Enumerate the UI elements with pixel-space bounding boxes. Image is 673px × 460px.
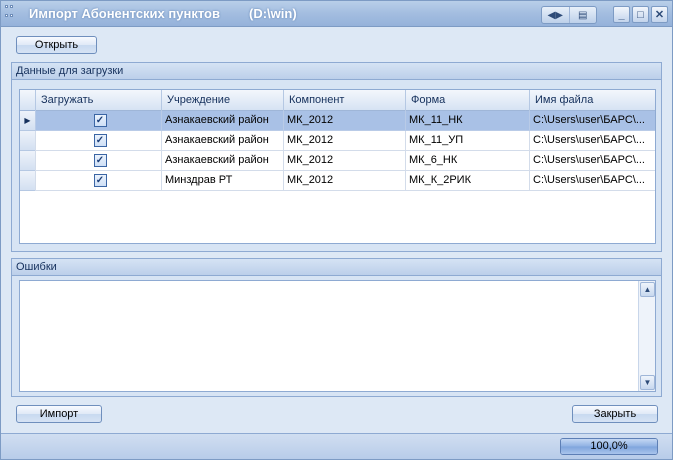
form-cell[interactable]: МК_11_УП [405, 131, 529, 151]
layout-arrows-icon[interactable]: ◀▶ [542, 7, 569, 23]
window-title: Импорт Абонентских пунктов [29, 6, 220, 21]
header-selector-cell [20, 90, 35, 111]
load-cell[interactable]: ✓ [35, 111, 161, 131]
maximize-button[interactable]: □ [632, 6, 649, 23]
load-cell[interactable]: ✓ [35, 131, 161, 151]
load-checkbox[interactable]: ✓ [93, 154, 107, 167]
import-dialog-window: Импорт Абонентских пунктов (D:\win) ◀▶ ▤… [0, 0, 673, 460]
data-panel-header: Данные для загрузки [11, 62, 662, 80]
component-cell[interactable]: МК_2012 [283, 111, 405, 131]
grid-header: Загружать Учреждение Компонент Форма Имя… [20, 90, 655, 111]
import-button[interactable]: Импорт [16, 405, 102, 423]
institution-cell[interactable]: Азнакаевский район [161, 151, 283, 171]
progress-text: 100,0% [590, 440, 628, 452]
close-window-button[interactable]: ✕ [651, 6, 668, 23]
row-selector [20, 131, 35, 151]
component-cell[interactable]: МК_2012 [283, 151, 405, 171]
load-checkbox[interactable]: ✓ [93, 114, 107, 127]
close-button[interactable]: Закрыть [572, 405, 658, 423]
progress-bar: 100,0% [560, 438, 658, 455]
scroll-up-icon[interactable]: ▲ [640, 282, 655, 297]
institution-cell[interactable]: Азнакаевский район [161, 111, 283, 131]
window-controls: _ □ ✕ [613, 6, 668, 23]
filename-cell[interactable]: C:\Users\user\БАРС\... [529, 111, 655, 131]
load-cell[interactable]: ✓ [35, 151, 161, 171]
minimize-button[interactable]: _ [613, 6, 630, 23]
table-row[interactable]: ▶ ✓ Азнакаевский район МК_2012 МК_11_НК … [20, 111, 655, 131]
load-checkbox[interactable]: ✓ [93, 174, 107, 187]
row-indicator-icon: ▶ [20, 111, 35, 131]
table-row[interactable]: ✓ Азнакаевский район МК_2012 МК_11_УП C:… [20, 131, 655, 151]
component-cell[interactable]: МК_2012 [283, 171, 405, 191]
row-selector [20, 171, 35, 191]
column-header-institution[interactable]: Учреждение [161, 90, 283, 111]
row-selector [20, 151, 35, 171]
scroll-down-icon[interactable]: ▼ [640, 375, 655, 390]
filename-cell[interactable]: C:\Users\user\БАРС\... [529, 171, 655, 191]
table-row[interactable]: ✓ Минздрав РТ МК_2012 МК_К_2РИК C:\Users… [20, 171, 655, 191]
data-grid: Загружать Учреждение Компонент Форма Имя… [19, 89, 656, 244]
open-button[interactable]: Открыть [16, 36, 97, 54]
column-header-component[interactable]: Компонент [283, 90, 405, 111]
institution-cell[interactable]: Азнакаевский район [161, 131, 283, 151]
filename-cell[interactable]: C:\Users\user\БАРС\... [529, 151, 655, 171]
errors-panel-header: Ошибки [11, 258, 662, 276]
column-header-filename[interactable]: Имя файла [529, 90, 655, 111]
errors-textarea[interactable]: ▲ ▼ [19, 280, 656, 392]
load-cell[interactable]: ✓ [35, 171, 161, 191]
column-header-form[interactable]: Форма [405, 90, 529, 111]
title-bar[interactable]: Импорт Абонентских пунктов (D:\win) ◀▶ ▤… [1, 1, 672, 27]
component-cell[interactable]: МК_2012 [283, 131, 405, 151]
load-checkbox[interactable]: ✓ [93, 134, 107, 147]
institution-cell[interactable]: Минздрав РТ [161, 171, 283, 191]
form-cell[interactable]: МК_К_2РИК [405, 171, 529, 191]
errors-scrollbar[interactable]: ▲ ▼ [638, 281, 655, 391]
export-icon[interactable]: ▤ [568, 7, 597, 23]
status-bar: 100,0% [1, 433, 672, 459]
column-header-load[interactable]: Загружать [35, 90, 161, 111]
form-cell[interactable]: МК_11_НК [405, 111, 529, 131]
table-row[interactable]: ✓ Азнакаевский район МК_2012 МК_6_НК C:\… [20, 151, 655, 171]
title-toolbar: ◀▶ ▤ [541, 6, 597, 24]
filename-cell[interactable]: C:\Users\user\БАРС\... [529, 131, 655, 151]
window-path: (D:\win) [249, 6, 297, 21]
errors-text [20, 281, 655, 287]
form-cell[interactable]: МК_6_НК [405, 151, 529, 171]
grip-icon [5, 5, 17, 21]
